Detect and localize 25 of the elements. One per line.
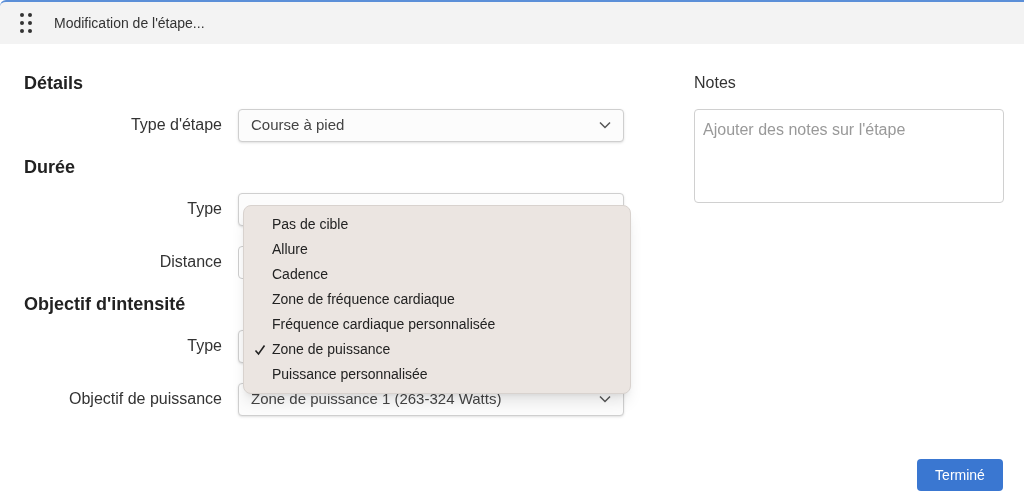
menu-item[interactable]: Fréquence cardiaque personnalisée <box>272 314 496 335</box>
field-label: Distance <box>159 252 222 272</box>
field-label: Type <box>187 199 222 219</box>
done-button[interactable]: Terminé <box>917 459 1003 491</box>
section-heading: Objectif d'intensité <box>24 292 186 316</box>
section-heading: Détails <box>24 71 84 95</box>
field-label: Type d'étape <box>130 115 222 135</box>
drag-handle-icon[interactable] <box>20 13 32 33</box>
menu-item[interactable]: Allure <box>272 239 308 260</box>
chevron-down-icon <box>599 395 611 403</box>
select-field[interactable]: Course à pied <box>238 108 624 142</box>
select-value: Course à pied <box>251 114 345 135</box>
notes-field[interactable]: Ajouter des notes sur l'étape <box>694 109 1004 203</box>
notes-label: Notes <box>694 73 736 93</box>
field-label: Type <box>187 336 222 356</box>
menu-item[interactable]: Pas de cible <box>272 214 349 235</box>
menu-item[interactable]: Zone de puissance <box>272 339 391 360</box>
field-label: Objectif de puissance <box>69 389 222 409</box>
window-title: Modification de l'étape... <box>54 13 205 33</box>
menu-item[interactable]: Puissance personnalisée <box>272 364 428 385</box>
menu-item[interactable]: Zone de fréquence cardiaque <box>272 289 455 310</box>
menu-item[interactable]: Cadence <box>272 264 329 285</box>
select-value: Zone de puissance 1 (263-324 Watts) <box>251 388 502 409</box>
chevron-down-icon <box>599 121 611 129</box>
section-heading: Durée <box>24 155 76 179</box>
